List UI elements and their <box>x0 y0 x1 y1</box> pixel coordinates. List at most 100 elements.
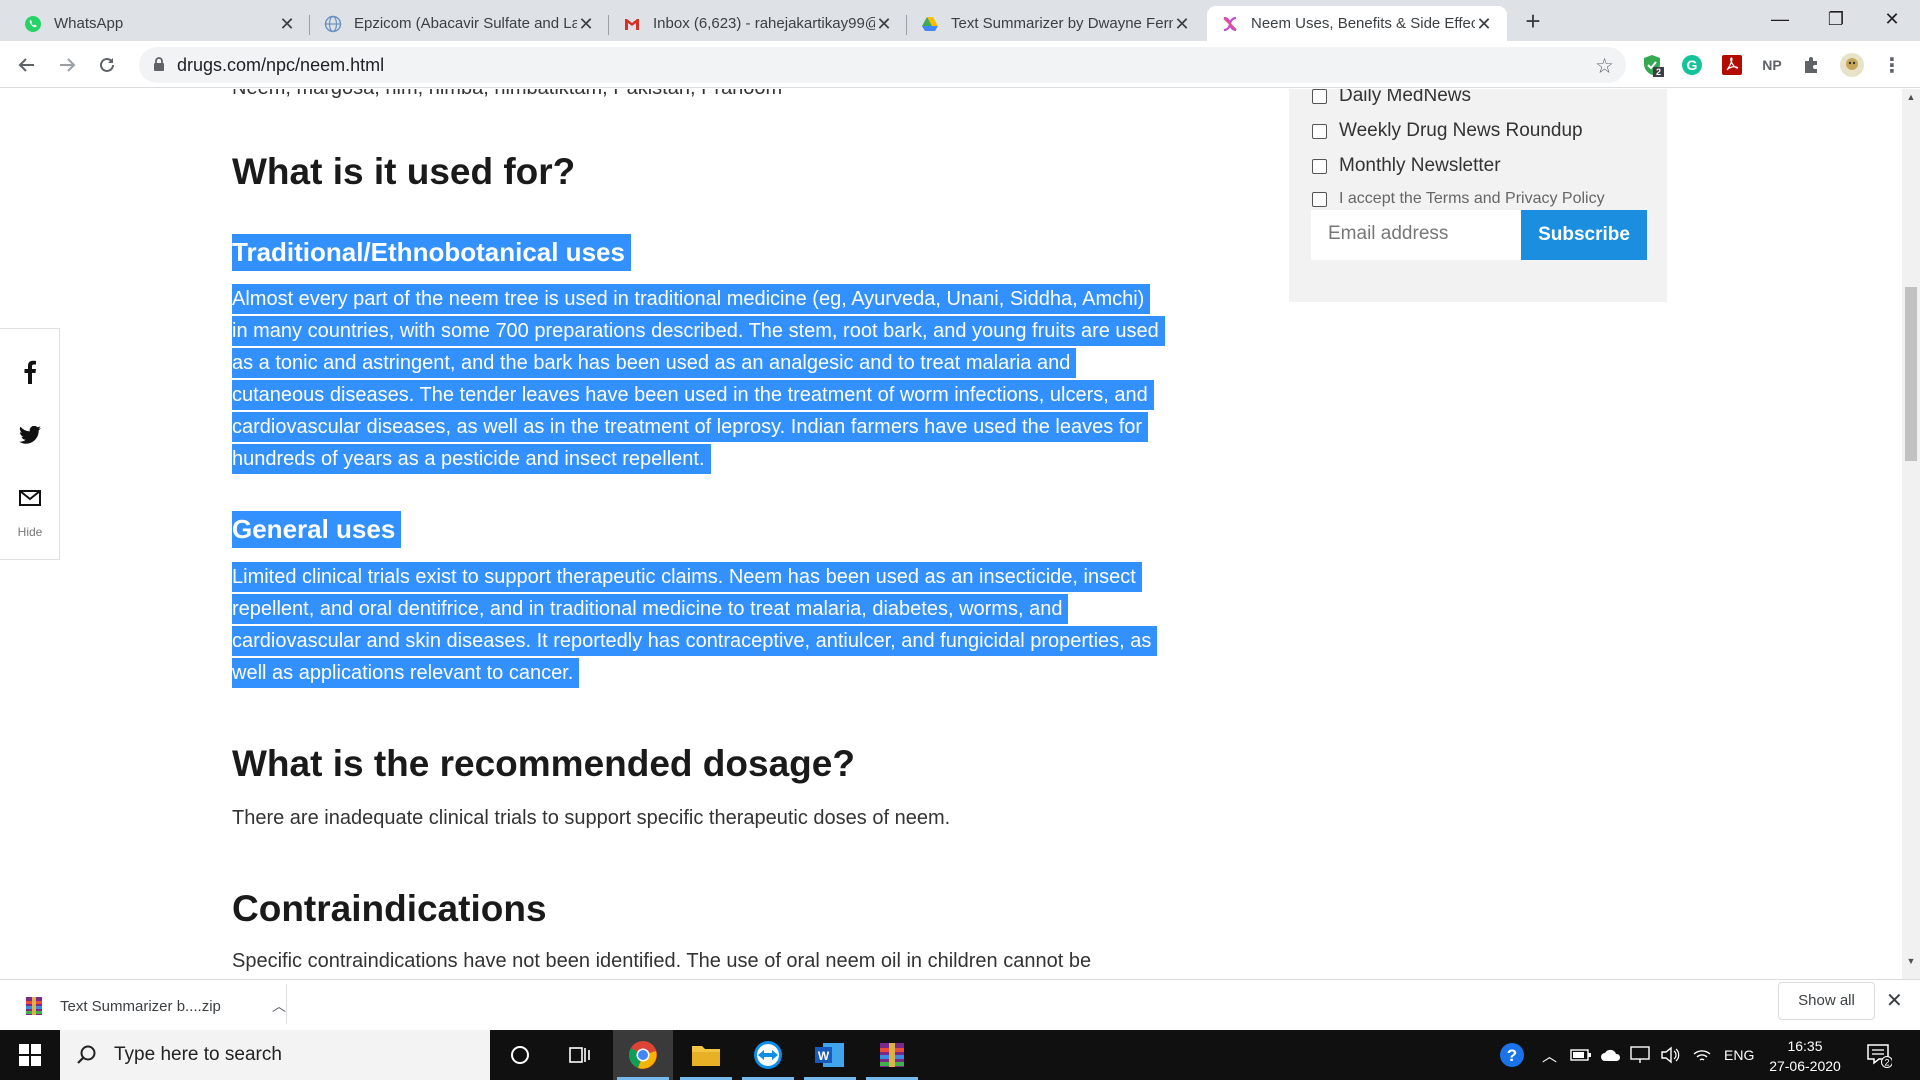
svg-text:G: G <box>1687 57 1698 73</box>
show-hidden-icons-chevron-icon[interactable]: ︿ <box>1542 1030 1557 1080</box>
forward-arrow-icon <box>60 58 76 72</box>
hide-share-link[interactable]: Hide <box>0 525 60 539</box>
globe-icon <box>324 15 342 33</box>
tab-title: WhatsApp <box>54 15 124 32</box>
search-placeholder: Type here to search <box>114 1044 282 1065</box>
checkbox-accept-terms[interactable]: I accept the Terms and Privacy Policy <box>1312 190 1605 208</box>
close-icon[interactable]: ✕ <box>1173 15 1191 33</box>
checkbox[interactable] <box>1312 191 1327 207</box>
taskbar-chrome[interactable] <box>613 1030 673 1080</box>
notification-center-icon[interactable]: 2 <box>1866 1030 1892 1080</box>
volume-icon[interactable] <box>1660 1030 1680 1080</box>
minimize-button[interactable]: — <box>1752 0 1808 41</box>
wifi-icon[interactable] <box>1692 1030 1712 1080</box>
subscribe-button[interactable]: Subscribe <box>1521 210 1647 260</box>
facebook-icon[interactable] <box>18 360 42 384</box>
checkbox[interactable] <box>1312 158 1327 174</box>
windows-logo-icon <box>19 1044 41 1066</box>
taskbar-search-input[interactable]: Type here to search <box>60 1030 490 1080</box>
tab-whatsapp[interactable]: WhatsApp ✕ <box>10 6 310 41</box>
paragraph-line: in many countries, with some 700 prepara… <box>232 316 1165 346</box>
forward-button[interactable] <box>51 49 83 81</box>
winrar-icon <box>26 997 42 1015</box>
checkbox[interactable] <box>1312 89 1327 104</box>
email-share-icon[interactable] <box>18 486 42 510</box>
onedrive-cloud-icon[interactable] <box>1600 1030 1622 1080</box>
tab-epzicom[interactable]: Epzicom (Abacavir Sulfate and La ✕ <box>310 6 609 41</box>
scroll-down-icon[interactable]: ▼ <box>1902 953 1920 969</box>
grammarly-icon[interactable]: G <box>1680 53 1704 77</box>
close-window-button[interactable]: ✕ <box>1864 0 1920 41</box>
svg-text:2: 2 <box>1884 1058 1889 1068</box>
heading-contraindications: Contraindications <box>232 888 547 929</box>
tab-gmail[interactable]: Inbox (6,623) - rahejakartikay99@ ✕ <box>609 6 907 41</box>
clock-date: 27-06-2020 <box>1769 1058 1841 1074</box>
winrar-icon <box>880 1043 904 1067</box>
extensions-puzzle-icon[interactable] <box>1800 53 1824 77</box>
reload-button[interactable] <box>91 49 123 81</box>
address-bar[interactable]: drugs.com/npc/neem.html ☆ <box>139 47 1626 83</box>
share-rail: Hide <box>0 328 60 560</box>
chevron-up-icon[interactable]: ︿ <box>272 996 286 1016</box>
battery-icon[interactable] <box>1570 1030 1592 1080</box>
tab-neem-active[interactable]: Neem Uses, Benefits & Side Effec ✕ <box>1207 6 1507 41</box>
tab-text-summarizer[interactable]: Text Summarizer by Dwayne Ferm ✕ <box>907 6 1205 41</box>
paragraph-contraindications: Specific contraindications have not been… <box>232 950 1092 972</box>
show-all-button[interactable]: Show all <box>1778 982 1875 1020</box>
taskbar: Type here to search W ? ︿ ENG 16:35 27-0 <box>0 1030 1920 1080</box>
word-icon: W <box>815 1043 844 1067</box>
np-extension-icon[interactable]: NP <box>1760 53 1784 77</box>
twitter-icon[interactable] <box>18 423 42 447</box>
close-icon[interactable]: ✕ <box>1475 15 1493 33</box>
download-filename: Text Summarizer b....zip <box>60 997 221 1015</box>
taskbar-teamviewer[interactable] <box>738 1030 798 1080</box>
menu-kebab-icon[interactable]: ⋮ <box>1880 53 1904 77</box>
checkbox-label: I accept the Terms and Privacy Policy <box>1339 190 1605 207</box>
restore-button[interactable]: ❐ <box>1808 0 1864 41</box>
shield-extension-icon[interactable]: 2 <box>1640 53 1664 77</box>
page-scrollbar[interactable]: ▲ ▼ <box>1902 89 1920 979</box>
svg-text:2: 2 <box>1656 67 1661 77</box>
cortana-circle-icon <box>511 1046 529 1064</box>
task-view-button[interactable] <box>550 1030 610 1080</box>
close-icon[interactable]: ✕ <box>278 15 296 33</box>
new-tab-button[interactable]: + <box>1519 8 1547 36</box>
help-icon[interactable]: ? <box>1498 1030 1526 1080</box>
back-arrow-icon <box>18 58 34 72</box>
language-indicator[interactable]: ENG <box>1724 1030 1754 1080</box>
cortana-button[interactable] <box>490 1030 550 1080</box>
checkbox[interactable] <box>1312 123 1327 139</box>
checkbox-daily-mednews[interactable]: Daily MedNews <box>1312 89 1471 107</box>
download-item[interactable]: Text Summarizer b....zip ︿ <box>24 990 286 1022</box>
page-content: Neem, margosa, nim, nimba, nimbatiktam, … <box>0 89 1902 979</box>
taskbar-winrar[interactable] <box>862 1030 922 1080</box>
email-field[interactable]: Email address <box>1311 210 1521 260</box>
close-icon[interactable]: ✕ <box>577 15 595 33</box>
whatsapp-icon <box>24 15 42 33</box>
back-button[interactable] <box>11 49 43 81</box>
close-icon[interactable]: ✕ <box>875 15 893 33</box>
close-icon[interactable]: ✕ <box>1886 988 1903 1013</box>
taskbar-file-explorer[interactable] <box>676 1030 736 1080</box>
checkbox-weekly-roundup[interactable]: Weekly Drug News Roundup <box>1312 120 1583 142</box>
avatar[interactable] <box>1840 53 1864 77</box>
pdf-extension-icon[interactable] <box>1720 53 1744 77</box>
clock[interactable]: 16:35 27-06-2020 <box>1760 1036 1850 1076</box>
checkbox-monthly-newsletter[interactable]: Monthly Newsletter <box>1312 155 1501 177</box>
bookmark-star-icon[interactable]: ☆ <box>1595 54 1614 79</box>
tab-title: Epzicom (Abacavir Sulfate and La <box>354 15 577 32</box>
browser-toolbar: drugs.com/npc/neem.html ☆ 2 G NP ⋮ <box>0 41 1920 88</box>
windows-start-button[interactable] <box>0 1030 60 1080</box>
heading-used-for: What is it used for? <box>232 151 576 192</box>
paragraph-line: as a tonic and astringent, and the bark … <box>232 348 1077 378</box>
display-icon[interactable] <box>1630 1030 1650 1080</box>
paragraph-line: cardiovascular diseases, as well as in t… <box>232 412 1149 442</box>
checkbox-label: Monthly Newsletter <box>1339 155 1501 176</box>
url-text: drugs.com/npc/neem.html <box>177 55 385 75</box>
svg-text:?: ? <box>1507 1046 1517 1065</box>
reload-icon <box>100 57 114 72</box>
scroll-up-icon[interactable]: ▲ <box>1902 89 1920 105</box>
paragraph-dosage: There are inadequate clinical trials to … <box>232 807 951 829</box>
taskbar-word[interactable]: W <box>800 1030 860 1080</box>
scroll-thumb[interactable] <box>1905 287 1917 461</box>
